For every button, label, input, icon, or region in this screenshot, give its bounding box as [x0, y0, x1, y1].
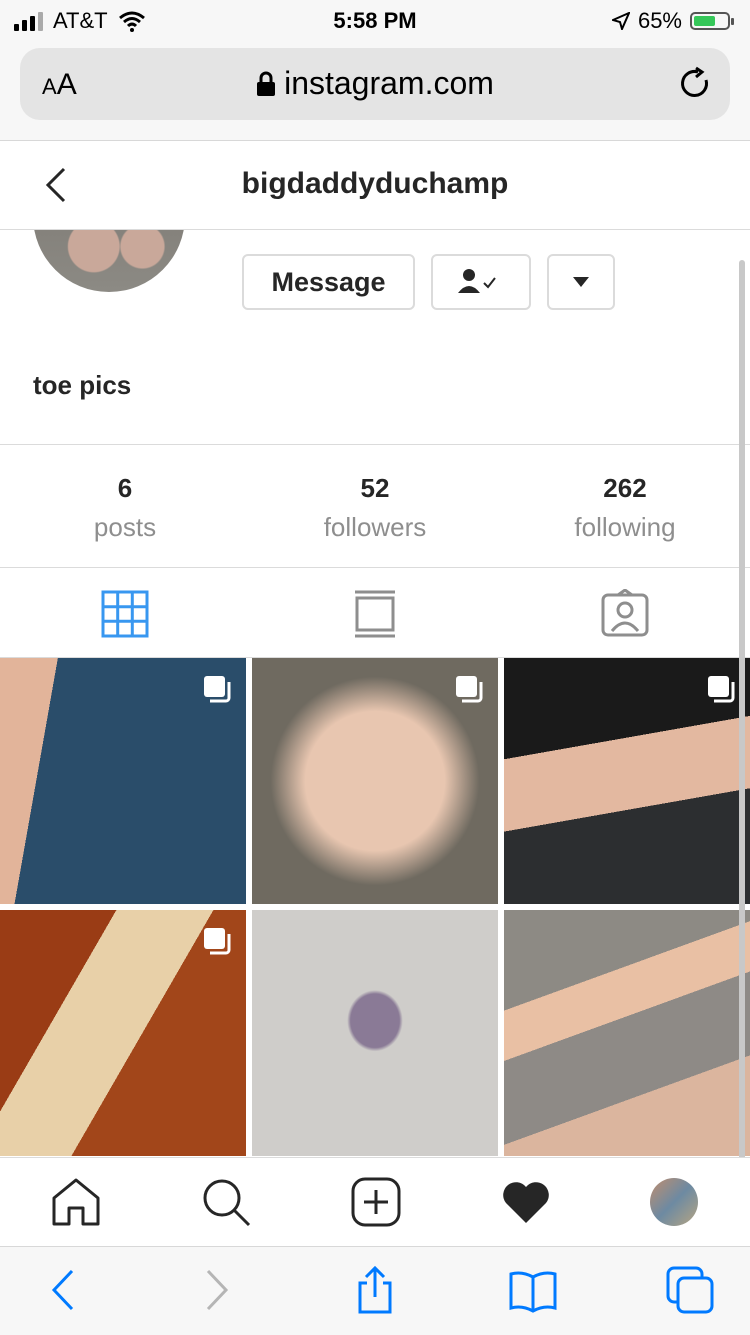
profile-avatar[interactable]	[33, 230, 185, 292]
home-icon[interactable]	[50, 1176, 102, 1228]
heart-icon[interactable]	[500, 1176, 552, 1228]
battery-fill	[694, 16, 715, 26]
address-bar[interactable]: AA instagram.com	[20, 48, 730, 120]
profile-avatar-nav[interactable]	[650, 1178, 698, 1226]
status-bar: AT&T 5:58 PM 65%	[0, 0, 750, 40]
post-thumbnail[interactable]	[0, 658, 246, 904]
multiple-photos-icon	[204, 676, 231, 703]
stat-followers[interactable]: 52 followers	[250, 473, 500, 543]
profile-username: bigdaddyduchamp	[241, 167, 509, 200]
post-thumbnail[interactable]	[0, 910, 246, 1156]
reload-icon[interactable]	[678, 66, 712, 100]
share-icon[interactable]	[350, 1265, 400, 1315]
post-thumbnail[interactable]	[504, 910, 750, 1156]
message-button[interactable]: Message	[242, 254, 415, 310]
safari-toolbar	[0, 1246, 750, 1335]
scrollbar[interactable]	[739, 260, 745, 1240]
post-thumbnail[interactable]	[252, 910, 498, 1156]
stat-value: 262	[603, 473, 647, 503]
url-text: instagram.com	[284, 65, 494, 101]
post-thumbnail[interactable]	[504, 658, 750, 904]
multiple-photos-icon	[204, 928, 231, 955]
multiple-photos-icon	[708, 676, 735, 703]
feed-icon[interactable]	[350, 589, 400, 639]
search-icon[interactable]	[200, 1176, 252, 1228]
stat-value: 6	[117, 473, 133, 503]
stat-posts[interactable]: 6 posts	[0, 473, 250, 543]
following-button[interactable]	[431, 254, 531, 310]
tagged-icon[interactable]	[600, 589, 650, 639]
person-check-icon	[458, 269, 496, 293]
browser-chrome: AT&T 5:58 PM 65% AA instagram.com	[0, 0, 750, 141]
post-thumbnail[interactable]	[252, 658, 498, 904]
battery-percent: 65%	[637, 8, 682, 33]
location-icon	[611, 12, 630, 30]
caret-down-icon	[573, 277, 589, 287]
back-icon[interactable]	[40, 1265, 90, 1315]
profile-header: bigdaddyduchamp	[0, 141, 750, 230]
profile-content: Message toe pics 6 posts 52 followers 26…	[0, 230, 750, 1156]
multiple-photos-icon	[456, 676, 483, 703]
tabs-icon[interactable]	[665, 1265, 715, 1315]
forward-icon	[206, 1269, 229, 1311]
url-display[interactable]: instagram.com	[20, 65, 730, 102]
new-post-icon[interactable]	[350, 1176, 402, 1228]
bookmarks-icon[interactable]	[508, 1265, 558, 1315]
profile-stats: 6 posts 52 followers 262 following	[0, 444, 750, 568]
suggested-dropdown-button[interactable]	[547, 254, 615, 310]
lock-icon	[257, 71, 276, 96]
battery-icon	[690, 12, 734, 30]
stat-label: following	[574, 512, 676, 542]
profile-tabs	[0, 567, 750, 658]
stat-label: followers	[323, 512, 427, 542]
stat-label: posts	[93, 512, 157, 542]
profile-bio: toe pics	[33, 370, 132, 400]
grid-icon[interactable]	[100, 589, 150, 639]
stat-value: 52	[360, 473, 390, 503]
stat-following[interactable]: 262 following	[500, 473, 750, 543]
instagram-nav-bar	[0, 1157, 750, 1246]
